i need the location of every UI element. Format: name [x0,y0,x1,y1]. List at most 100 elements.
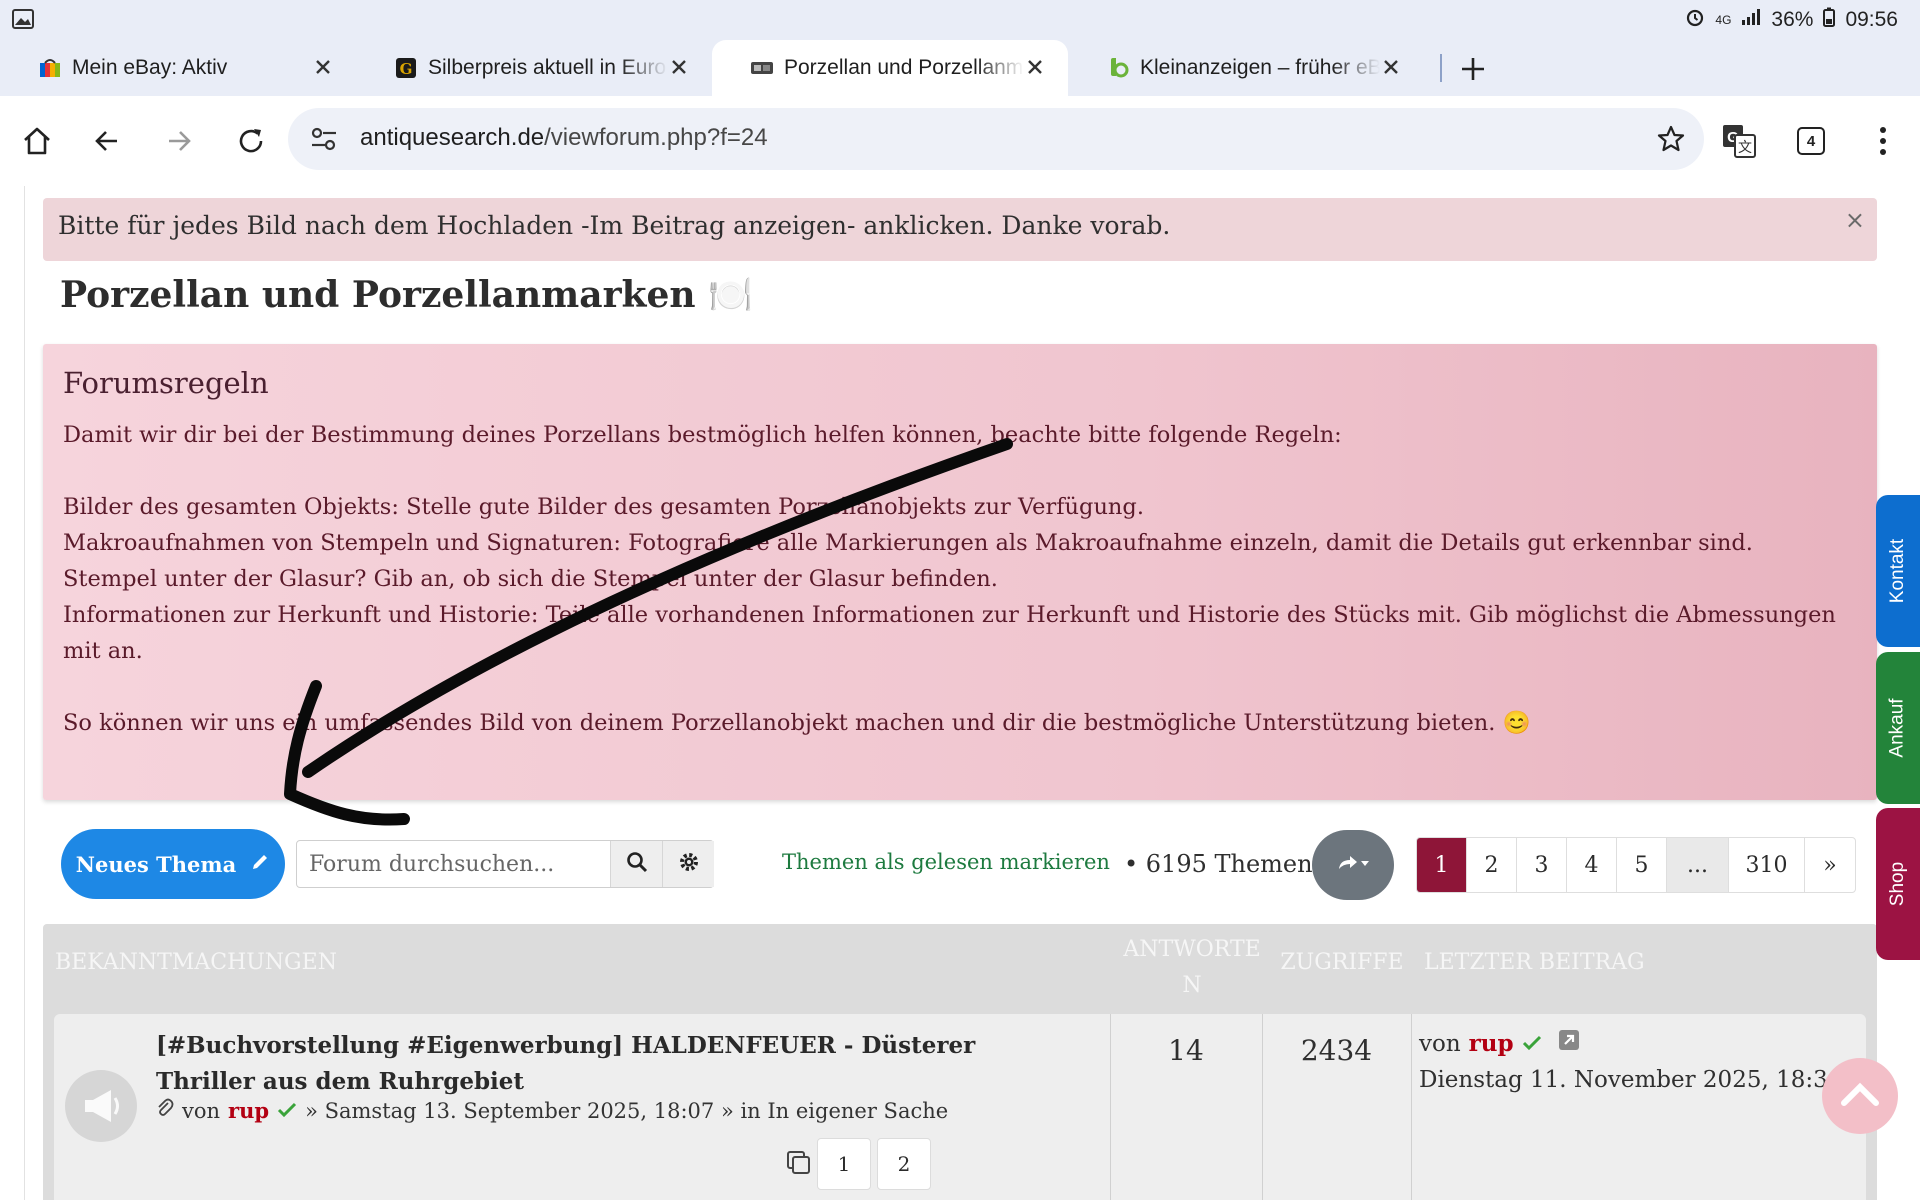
back-arrow-icon[interactable] [84,118,130,164]
last-post-date: Dienstag 11. November 2025, 18:36 [1419,1067,1843,1093]
svg-text:文: 文 [1738,139,1752,155]
forum-rules-box: Forumsregeln Damit wir dir bei der Besti… [43,344,1877,800]
topic-page-link-2[interactable]: 2 [877,1138,931,1190]
search-button[interactable] [610,841,662,887]
new-tab-plus-icon[interactable] [1456,52,1490,86]
author-link[interactable]: rup [228,1098,269,1123]
url-host: antiquesearch.de [360,124,545,151]
topic-meta: von rup » Samstag 13. September 2025, 18… [156,1098,948,1123]
side-tab-ankauf[interactable]: Ankauf [1876,652,1920,804]
page-link-4[interactable]: 4 [1567,838,1617,892]
header-replies-line1: Antworte [1123,937,1261,962]
ebay-favicon-icon [38,57,62,79]
bookmark-star-icon[interactable] [1656,124,1686,158]
alarm-icon [1685,7,1705,33]
tab-separator [1440,54,1442,82]
close-tab-icon[interactable] [310,54,336,80]
page-link-1[interactable]: 1 [1417,838,1467,892]
jump-to-dropdown-button[interactable] [1312,830,1394,900]
menu-kebab-icon[interactable] [1860,118,1906,164]
reload-icon[interactable] [228,118,274,164]
page-link-3[interactable]: 3 [1517,838,1567,892]
url-path: /viewforum.php?f=24 [544,124,768,151]
goto-last-post-icon[interactable] [1558,1026,1580,1062]
translate-icon[interactable]: G文 [1716,118,1762,164]
page-link-2[interactable]: 2 [1467,838,1517,892]
rules-item: Bilder des gesamten Objekts: Stelle gute… [63,494,1144,520]
forum-search [296,840,714,888]
header-views: Zugriffe [1280,950,1404,975]
header-replies-line2: n [1182,973,1202,998]
close-tab-icon[interactable] [1378,54,1404,80]
signal-icon [1741,8,1761,32]
reply-count: 14 [1168,1034,1204,1067]
topic-title-link[interactable]: [#Buchvorstellung #Eigenwerbung] HALDENF… [156,1028,1056,1100]
paperclip-icon [156,1098,174,1123]
rules-intro: Damit wir dir bei der Bestimmung deines … [63,422,1342,448]
content-border [24,186,25,1200]
rules-closing: So können wir uns ein umfassendes Bild v… [63,710,1531,736]
network-type: 4G [1715,13,1732,27]
chevron-up-icon [1840,1081,1880,1111]
by-label: von [182,1098,221,1123]
announcements-table: Bekanntmachungen Antworte n Zugriffe Let… [43,924,1877,1200]
last-post-info: von rup Dienstag 11. November 2025, 18:3… [1419,1026,1842,1098]
search-icon [626,851,648,877]
forum-search-input[interactable] [309,849,599,879]
pencil-icon [250,852,270,877]
tab-title: Kleinanzeigen – früher eBay Kleinanzeige… [1140,56,1380,79]
page-link-last[interactable]: 310 [1729,838,1805,892]
verified-check-icon [277,1099,297,1123]
forward-arrow-icon[interactable] [156,118,202,164]
antiquesearch-favicon-icon [750,57,774,79]
close-tab-icon[interactable] [666,54,692,80]
tab-porzellan[interactable]: Porzellan und Porzellanmarken [712,40,1068,96]
close-tab-icon[interactable] [1022,54,1048,80]
topic-page-link-1[interactable]: 1 [817,1138,871,1190]
megaphone-icon [65,1070,137,1142]
last-post-author-line: von rup [1419,1026,1842,1062]
page-link-5[interactable]: 5 [1617,838,1667,892]
upload-hint-alert: Bitte für jedes Bild nach dem Hochladen … [43,198,1877,261]
tab-strip: Mein eBay: Aktiv G Silberpreis aktuell i… [0,40,1920,96]
page-next[interactable]: » [1805,838,1855,892]
alert-close-icon[interactable]: × [1845,206,1865,234]
silberpreis-favicon-icon: G [394,57,418,79]
battery-icon [1823,7,1836,33]
header-announcements: Bekanntmachungen [55,950,337,975]
tab-title: Porzellan und Porzellanmarken [784,56,1024,79]
share-arrow-icon [1336,853,1370,877]
tab-switcher-button[interactable]: 4 [1788,118,1834,164]
last-post-author-link[interactable]: rup [1469,1026,1514,1062]
svg-text:G: G [400,60,413,78]
side-tab-label: Kontakt [1887,538,1908,604]
view-count: 2434 [1300,1034,1373,1067]
home-icon[interactable] [14,118,60,164]
site-settings-icon[interactable] [310,126,338,156]
forum-title: Porzellan und Porzellanmarken 🍽️ [60,274,753,316]
new-topic-button[interactable]: Neues Thema [61,829,285,899]
rules-item: Stempel unter der Glasur? Gib an, ob sic… [63,566,998,592]
kleinanzeigen-favicon-icon [1106,57,1130,79]
clock: 09:56 [1845,8,1898,31]
tab-kleinanzeigen[interactable]: Kleinanzeigen – früher eBay Kleinanzeige… [1068,40,1424,96]
mark-topics-read-link[interactable]: Themen als gelesen markieren [782,850,1110,874]
header-replies: Antworte n [1117,932,1267,1004]
tab-title: Mein eBay: Aktiv [72,56,228,79]
side-tab-shop[interactable]: Shop [1876,808,1920,960]
gallery-notification-icon [12,9,34,33]
topic-count: • 6195 Themen [1124,850,1313,878]
side-tab-kontakt[interactable]: Kontakt [1876,495,1920,647]
side-tab-label: Ankauf [1887,698,1908,758]
address-bar[interactable]: antiquesearch.de/viewforum.php?f=24 [288,108,1704,170]
side-tab-label: Shop [1887,861,1908,907]
tab-silberpreis[interactable]: G Silberpreis aktuell in Euro und Dollar [356,40,712,96]
battery-level: 36% [1771,8,1814,31]
rules-item: mit an. [63,638,143,664]
tab-ebay[interactable]: Mein eBay: Aktiv [0,40,356,96]
back-to-top-button[interactable] [1822,1058,1898,1134]
alert-text: Bitte für jedes Bild nach dem Hochladen … [58,211,1171,240]
rules-item: Informationen zur Herkunft und Historie:… [63,602,1836,628]
advanced-search-button[interactable] [662,841,714,887]
column-divider [1411,1014,1412,1200]
